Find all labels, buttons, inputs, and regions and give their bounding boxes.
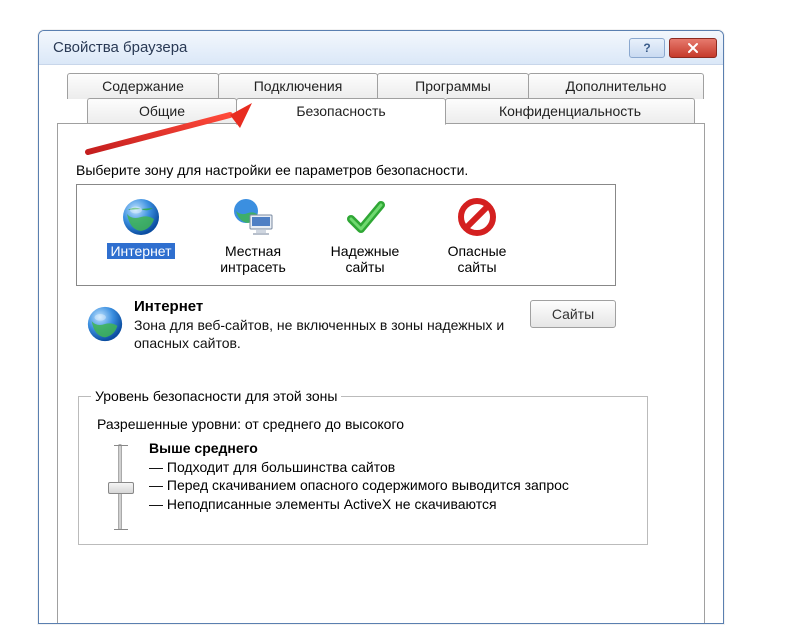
tab-content[interactable]: Содержание [67, 73, 219, 99]
tab-general[interactable]: Общие [87, 98, 237, 124]
sites-button[interactable]: Сайты [530, 300, 616, 328]
tabs-row-lower: Общие Безопасность Конфиденциальность [87, 98, 705, 124]
level-bullet-3: — Неподписанные элементы ActiveX не скач… [149, 495, 635, 513]
zone-restricted-label-1: Опасные [425, 243, 529, 259]
tab-security[interactable]: Безопасность [236, 98, 446, 125]
checkmark-icon [345, 197, 385, 237]
window-title: Свойства браузера [53, 39, 625, 56]
zone-list: Интернет Местная интрас [76, 184, 616, 286]
security-level-group: Уровень безопасности для этой зоны Разре… [78, 388, 648, 545]
selected-zone-title: Интернет [134, 298, 516, 315]
zone-internet[interactable]: Интернет [85, 193, 197, 279]
globe-icon [85, 304, 125, 344]
tab-connections[interactable]: Подключения [218, 73, 378, 99]
security-level-legend: Уровень безопасности для этой зоны [91, 388, 341, 404]
security-level-slider[interactable] [118, 444, 122, 530]
slider-thumb[interactable] [108, 482, 134, 494]
zone-internet-label: Интернет [107, 243, 174, 259]
zone-intranet-label-1: Местная [201, 243, 305, 259]
zone-intranet-label-2: интрасеть [201, 259, 305, 275]
zone-intranet[interactable]: Местная интрасеть [197, 193, 309, 279]
tab-privacy[interactable]: Конфиденциальность [445, 98, 695, 124]
zone-restricted-label-2: сайты [425, 259, 529, 275]
tab-advanced[interactable]: Дополнительно [528, 73, 704, 99]
tabs-row-upper: Содержание Подключения Программы Дополни… [67, 73, 705, 99]
close-button[interactable] [669, 38, 717, 58]
selected-zone-description: Интернет Зона для веб-сайтов, не включен… [76, 298, 616, 352]
level-name: Выше среднего [149, 440, 635, 456]
tab-programs[interactable]: Программы [377, 73, 529, 99]
zone-trusted[interactable]: Надежные сайты [309, 193, 421, 279]
internet-options-dialog: Свойства браузера ? Содержание Подключен… [38, 30, 724, 624]
globe-icon [120, 196, 162, 238]
no-entry-icon [457, 197, 497, 237]
level-bullet-2: — Перед скачиванием опасного содержимого… [149, 476, 635, 494]
zone-instruction-label: Выберите зону для настройки ее параметро… [76, 162, 686, 178]
intranet-icon [230, 197, 276, 237]
help-button[interactable]: ? [629, 38, 665, 58]
zone-trusted-label-1: Надежные [313, 243, 417, 259]
zone-restricted[interactable]: Опасные сайты [421, 193, 533, 279]
zone-trusted-label-2: сайты [313, 259, 417, 275]
selected-zone-text: Зона для веб-сайтов, не включенных в зон… [134, 317, 516, 352]
close-icon [687, 42, 699, 54]
security-tab-panel: Выберите зону для настройки ее параметро… [57, 123, 705, 624]
allowed-levels-label: Разрешенные уровни: от среднего до высок… [97, 416, 635, 432]
titlebar: Свойства браузера ? [39, 31, 723, 65]
level-bullet-1: — Подходит для большинства сайтов [149, 458, 635, 476]
